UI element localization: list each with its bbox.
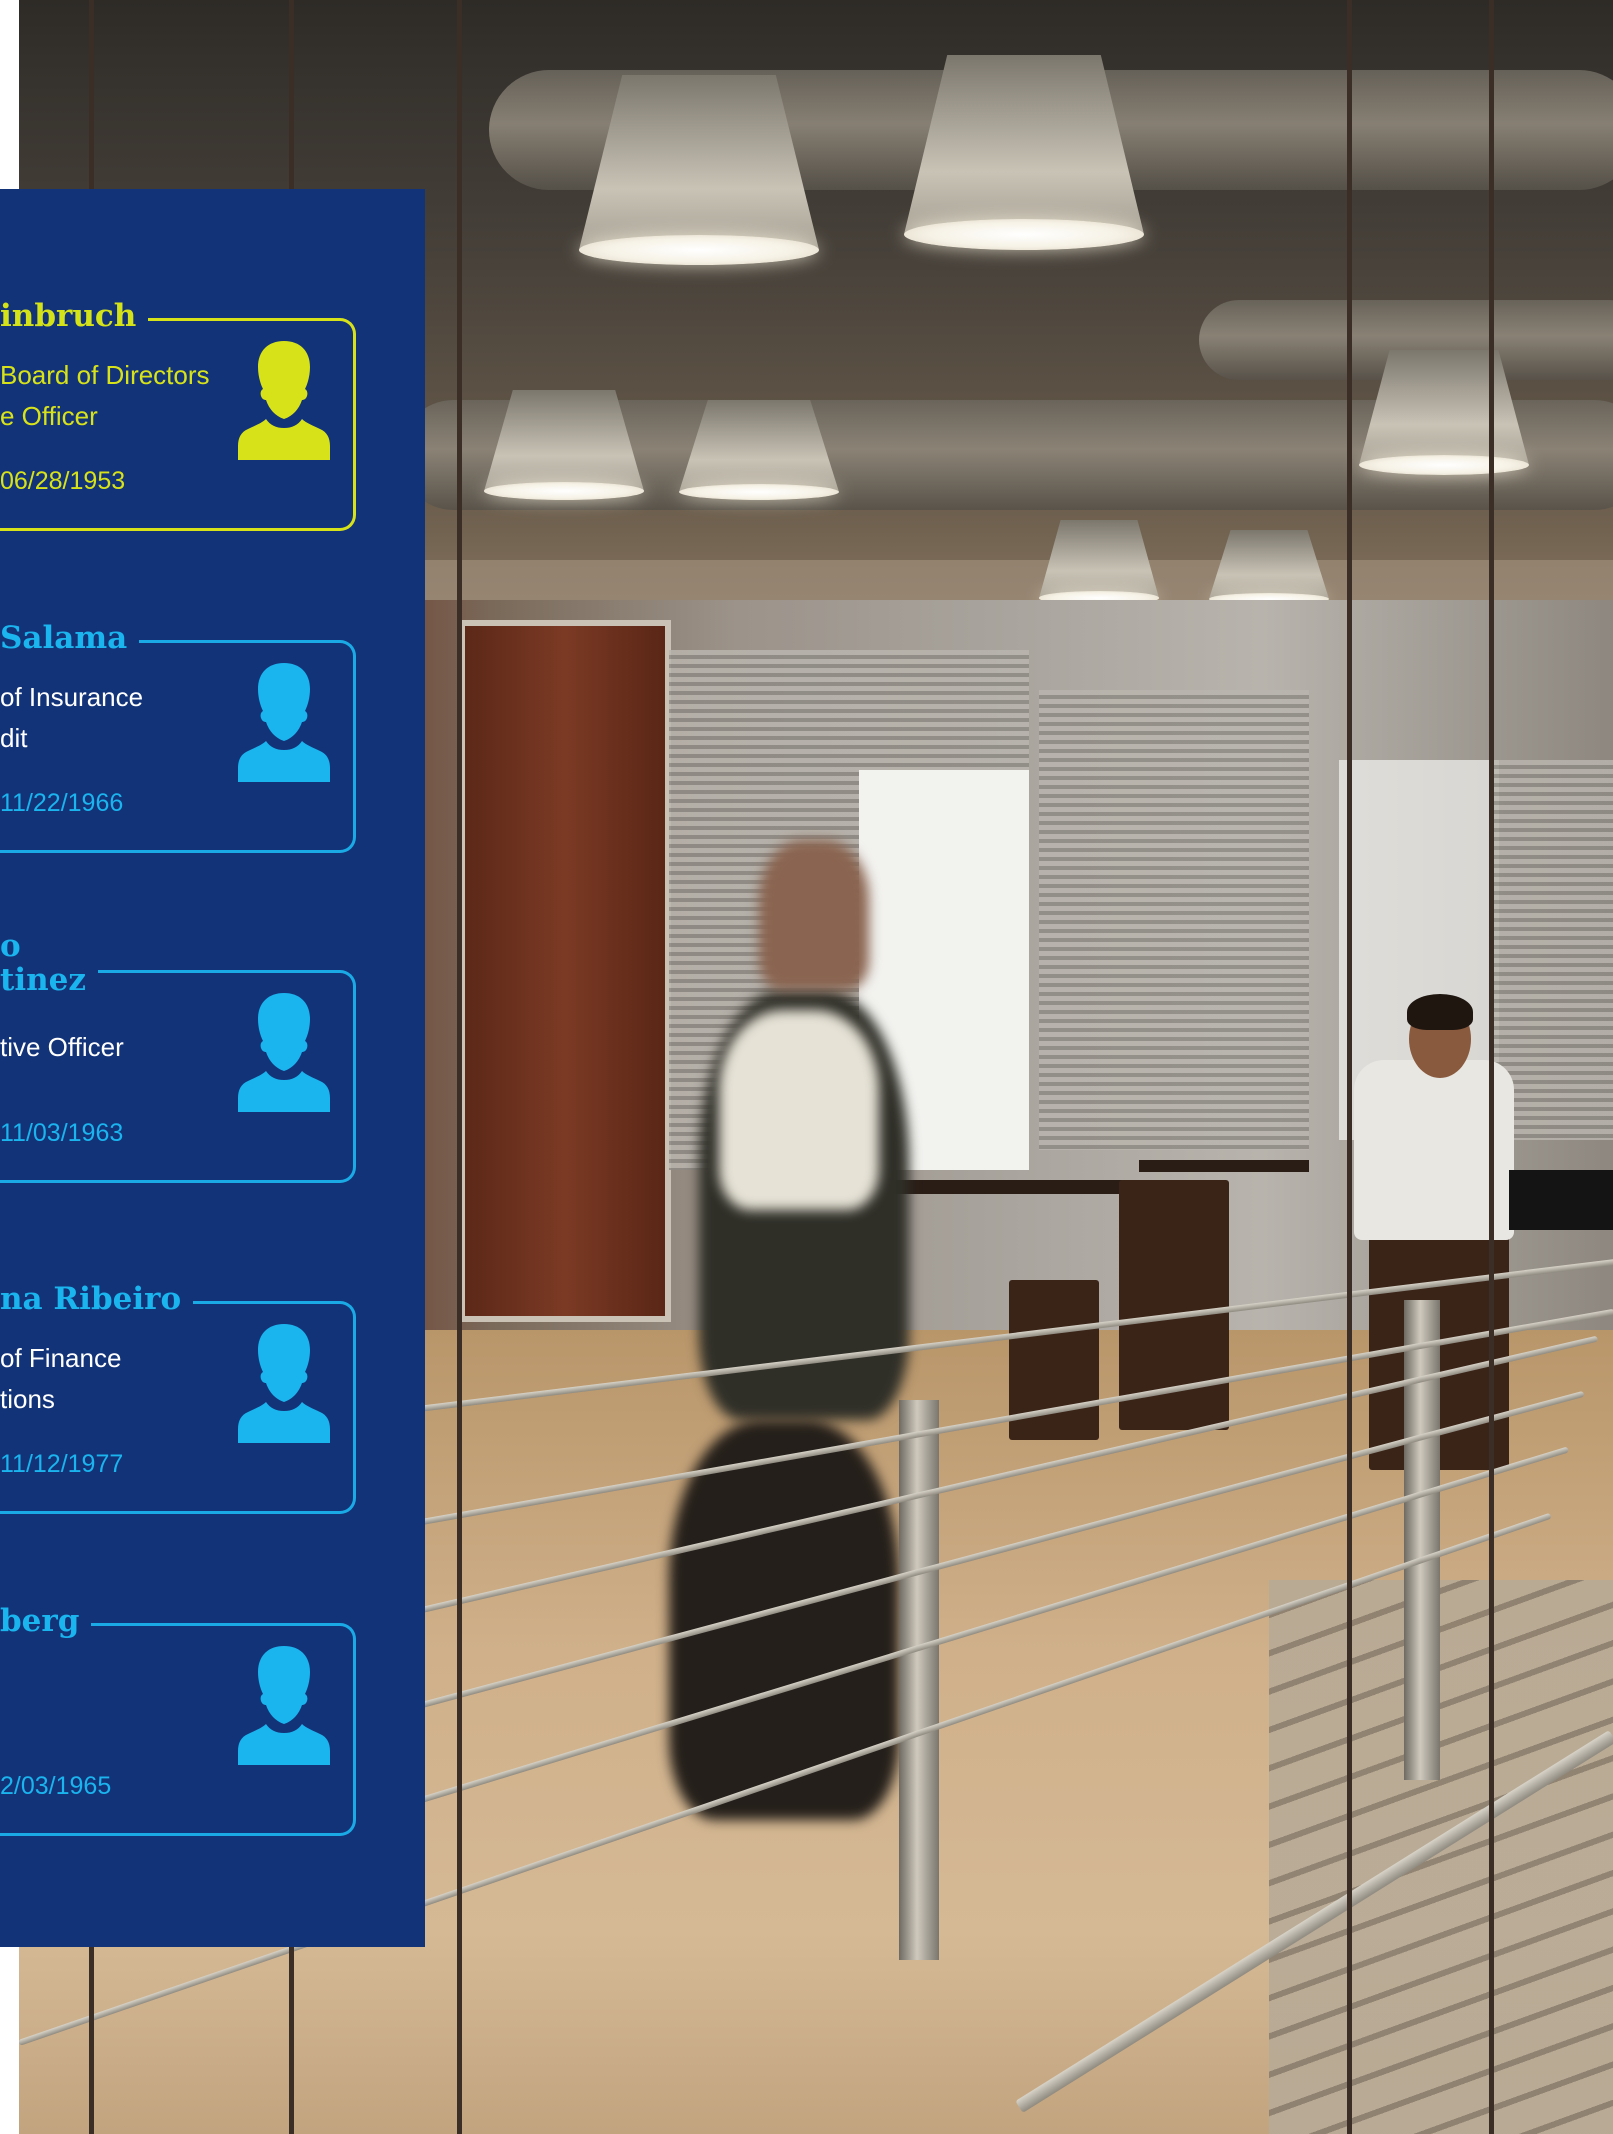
person-silhouette-icon bbox=[236, 1318, 332, 1443]
ceiling-lamp bbox=[1039, 520, 1159, 605]
profile-card: berg 2/03/1965 bbox=[0, 1604, 425, 1844]
walking-woman-head bbox=[759, 840, 869, 990]
walking-woman-legs bbox=[669, 1420, 899, 1820]
person-silhouette-icon bbox=[236, 1640, 332, 1765]
profile-birth-date: 2/03/1965 bbox=[0, 1771, 126, 1801]
ceiling-lamp bbox=[579, 75, 819, 265]
profile-name: inbruch bbox=[0, 299, 149, 333]
profile-birth-date: 11/12/1977 bbox=[0, 1449, 138, 1479]
profile-role: of Finance tions bbox=[0, 1343, 122, 1414]
hanging-cable bbox=[457, 0, 462, 2134]
profile-role: tive Officer bbox=[0, 1032, 124, 1062]
ceiling-lamp bbox=[1209, 530, 1329, 605]
window-blinds bbox=[1039, 690, 1309, 1150]
profile-card: inbruch Board of Directors e Officer 06/… bbox=[0, 299, 425, 539]
profile-card: Salama of Insurance dit 11/22/1966 bbox=[0, 621, 425, 861]
hanging-cable bbox=[1347, 0, 1352, 2134]
ceiling-lamp bbox=[904, 55, 1144, 250]
walking-woman-top bbox=[719, 1010, 879, 1210]
profile-name: berg bbox=[0, 1604, 92, 1638]
profile-role: Board of Directors e Officer bbox=[0, 360, 210, 431]
ceiling-lamp bbox=[1359, 350, 1529, 475]
profile-birth-date: 11/03/1963 bbox=[0, 1118, 138, 1148]
railing-post bbox=[899, 1400, 939, 1960]
profile-birth-date: 06/28/1953 bbox=[0, 466, 140, 496]
hanging-cable bbox=[1489, 0, 1494, 2134]
ceiling-lamp bbox=[679, 400, 839, 500]
profile-card: na Ribeiro of Finance tions 11/12/1977 bbox=[0, 1282, 425, 1522]
seated-man-hair bbox=[1407, 994, 1473, 1030]
profile-card: o tinez tive Officer 11/03/1963 bbox=[0, 929, 425, 1183]
profile-name: Salama bbox=[0, 621, 140, 655]
person-silhouette-icon bbox=[236, 335, 332, 460]
wooden-door bbox=[459, 620, 671, 1322]
staircase bbox=[1269, 1580, 1613, 2134]
profile-role: of Insurance dit bbox=[0, 682, 144, 753]
ceiling-beam bbox=[419, 560, 1613, 600]
person-silhouette-icon bbox=[236, 657, 332, 782]
executive-directory-panel: inbruch Board of Directors e Officer 06/… bbox=[0, 189, 425, 1947]
ceiling-lamp bbox=[484, 390, 644, 500]
profile-name: o tinez bbox=[0, 929, 98, 997]
cafe-table bbox=[1139, 1160, 1309, 1172]
laptop bbox=[1509, 1170, 1613, 1230]
profile-name: na Ribeiro bbox=[0, 1282, 194, 1316]
person-silhouette-icon bbox=[236, 987, 332, 1112]
profile-birth-date: 11/22/1966 bbox=[0, 788, 138, 818]
